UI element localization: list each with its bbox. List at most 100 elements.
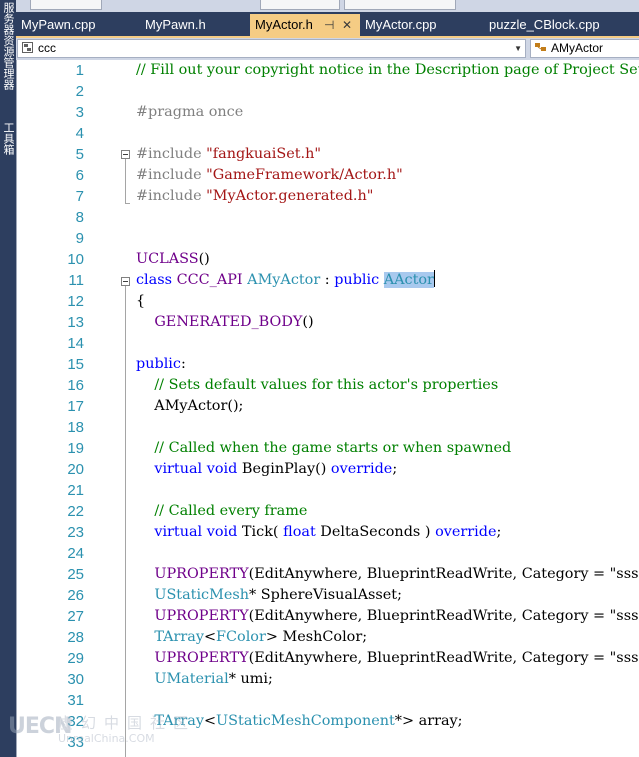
code-line[interactable]: 16 // Sets default values for this actor…: [16, 375, 639, 396]
tab-label: puzzle_CBlock.cpp: [489, 17, 600, 32]
code-token: UCLASS: [136, 251, 199, 267]
collapse-icon[interactable]: [121, 277, 130, 286]
code-line[interactable]: 2: [16, 81, 639, 102]
code-line[interactable]: 11 class CCC_API AMyActor : public AActor: [16, 270, 639, 291]
collapse-icon[interactable]: [121, 150, 130, 159]
code-line[interactable]: 14: [16, 333, 639, 354]
line-number: 24: [67, 545, 84, 562]
code-token: UStaticMesh: [154, 587, 250, 603]
code-text: #pragma once: [136, 102, 243, 123]
code-text: UPROPERTY(EditAnywhere, BlueprintReadWri…: [136, 564, 639, 585]
code-token: *> array;: [394, 713, 463, 729]
code-line[interactable]: 32 TArray<UStaticMeshComponent*> array;: [16, 711, 639, 732]
toolbox-tab[interactable]: 工具箱: [1, 122, 15, 155]
code-line[interactable]: 27 UPROPERTY(EditAnywhere, BlueprintRead…: [16, 606, 639, 627]
code-token: UPROPERTY: [154, 566, 249, 582]
code-line[interactable]: 13 GENERATED_BODY(): [16, 312, 639, 333]
code-line[interactable]: 28 TArray<FColor> MeshColor;: [16, 627, 639, 648]
tab-label: MyActor.h: [255, 17, 313, 32]
line-number: 19: [67, 440, 84, 457]
outline-line: [125, 286, 126, 757]
code-text: AMyActor();: [136, 396, 243, 417]
code-text: GENERATED_BODY(): [136, 312, 313, 333]
code-token: public: [334, 272, 380, 288]
code-text: UPROPERTY(EditAnywhere, BlueprintReadWri…: [136, 606, 639, 627]
code-line[interactable]: 18: [16, 417, 639, 438]
code-line[interactable]: 10 UCLASS(): [16, 249, 639, 270]
line-number: 32: [67, 713, 84, 730]
code-line[interactable]: 23 virtual void Tick( float DeltaSeconds…: [16, 522, 639, 543]
code-text: // Sets default values for this actor's …: [136, 375, 498, 396]
code-line[interactable]: 1 // Fill out your copyright notice in th…: [16, 60, 639, 81]
code-token: public: [136, 356, 181, 372]
code-line[interactable]: 3 #pragma once: [16, 102, 639, 123]
line-number: 16: [67, 377, 84, 394]
line-number: 30: [67, 671, 84, 688]
tab-label: MyActor.cpp: [365, 17, 437, 32]
line-number: 1: [75, 62, 84, 79]
code-token: AMyActor: [247, 272, 321, 288]
code-text: virtual void BeginPlay() override;: [136, 459, 397, 480]
code-line[interactable]: 21: [16, 480, 639, 501]
code-line[interactable]: 25 UPROPERTY(EditAnywhere, BlueprintRead…: [16, 564, 639, 585]
code-line[interactable]: 9: [16, 228, 639, 249]
code-line[interactable]: 5 #include "fangkuaiSet.h": [16, 144, 639, 165]
code-text: #include "GameFramework/Actor.h": [136, 165, 403, 186]
code-line[interactable]: 33: [16, 732, 639, 753]
code-token: <: [203, 713, 217, 729]
code-text: #include "fangkuaiSet.h": [136, 144, 321, 165]
code-text: UStaticMesh* SphereVisualAsset;: [136, 585, 402, 606]
code-line[interactable]: 24: [16, 543, 639, 564]
code-editor[interactable]: 1 // Fill out your copyright notice in th…: [16, 60, 639, 757]
code-token: // Called every frame: [154, 503, 308, 519]
code-line[interactable]: 15 public:: [16, 354, 639, 375]
close-icon[interactable]: ✕: [342, 14, 352, 36]
line-number: 21: [67, 482, 84, 499]
code-line[interactable]: 7 #include "MyActor.generated.h": [16, 186, 639, 207]
code-line[interactable]: 20 virtual void BeginPlay() override;: [16, 459, 639, 480]
code-line[interactable]: 30 UMaterial* umi;: [16, 669, 639, 690]
code-text: UPROPERTY(EditAnywhere, BlueprintReadWri…: [136, 648, 639, 669]
line-number: 6: [75, 167, 84, 184]
class-icon: [535, 43, 546, 51]
code-line[interactable]: 26 UStaticMesh* SphereVisualAsset;: [16, 585, 639, 606]
code-token: BeginPlay(): [237, 461, 331, 477]
code-line[interactable]: 4: [16, 123, 639, 144]
code-text: // Called when the game starts or when s…: [136, 438, 511, 459]
member-dropdown[interactable]: AMyActor: [530, 39, 639, 58]
code-text: {: [136, 291, 145, 312]
tab-myactor-cpp[interactable]: MyActor.cpp: [360, 14, 484, 36]
tab-myactor-h[interactable]: MyActor.h ⊣ ✕: [250, 14, 360, 36]
toolbar-control[interactable]: [30, 0, 102, 10]
code-text: UCLASS(): [136, 249, 210, 270]
server-explorer-tab[interactable]: 服务器资源管理器: [1, 2, 15, 90]
code-text: virtual void Tick( float DeltaSeconds ) …: [136, 522, 501, 543]
code-token: "GameFramework/Actor.h": [206, 167, 403, 183]
tab-mypawn-h[interactable]: MyPawn.h: [140, 14, 250, 36]
code-line[interactable]: 12 {: [16, 291, 639, 312]
code-line[interactable]: 31: [16, 690, 639, 711]
pin-icon[interactable]: ⊣: [324, 14, 334, 36]
side-dock-strip: 服务器资源管理器 工具箱: [0, 0, 16, 757]
code-line[interactable]: 6 #include "GameFramework/Actor.h": [16, 165, 639, 186]
code-token: #include: [136, 188, 207, 204]
code-token: float: [283, 524, 316, 540]
toolbar-combo[interactable]: [260, 0, 340, 10]
scope-dropdown[interactable]: ccc ▼: [17, 39, 526, 58]
tab-mypawn-cpp[interactable]: MyPawn.cpp: [16, 14, 140, 36]
code-line[interactable]: 17 AMyActor();: [16, 396, 639, 417]
code-line[interactable]: 19 // Called when the game starts or whe…: [16, 438, 639, 459]
code-line[interactable]: 8: [16, 207, 639, 228]
code-line[interactable]: 22 // Called every frame: [16, 501, 639, 522]
toolbar-combo[interactable]: [344, 0, 456, 10]
code-token: AMyActor();: [136, 398, 244, 414]
line-number: 26: [67, 587, 84, 604]
code-line[interactable]: 29 UPROPERTY(EditAnywhere, BlueprintRead…: [16, 648, 639, 669]
code-token: // Called when the game starts or when s…: [154, 440, 512, 456]
tab-puzzle-cblock-cpp[interactable]: puzzle_CBlock.cpp: [484, 14, 639, 36]
